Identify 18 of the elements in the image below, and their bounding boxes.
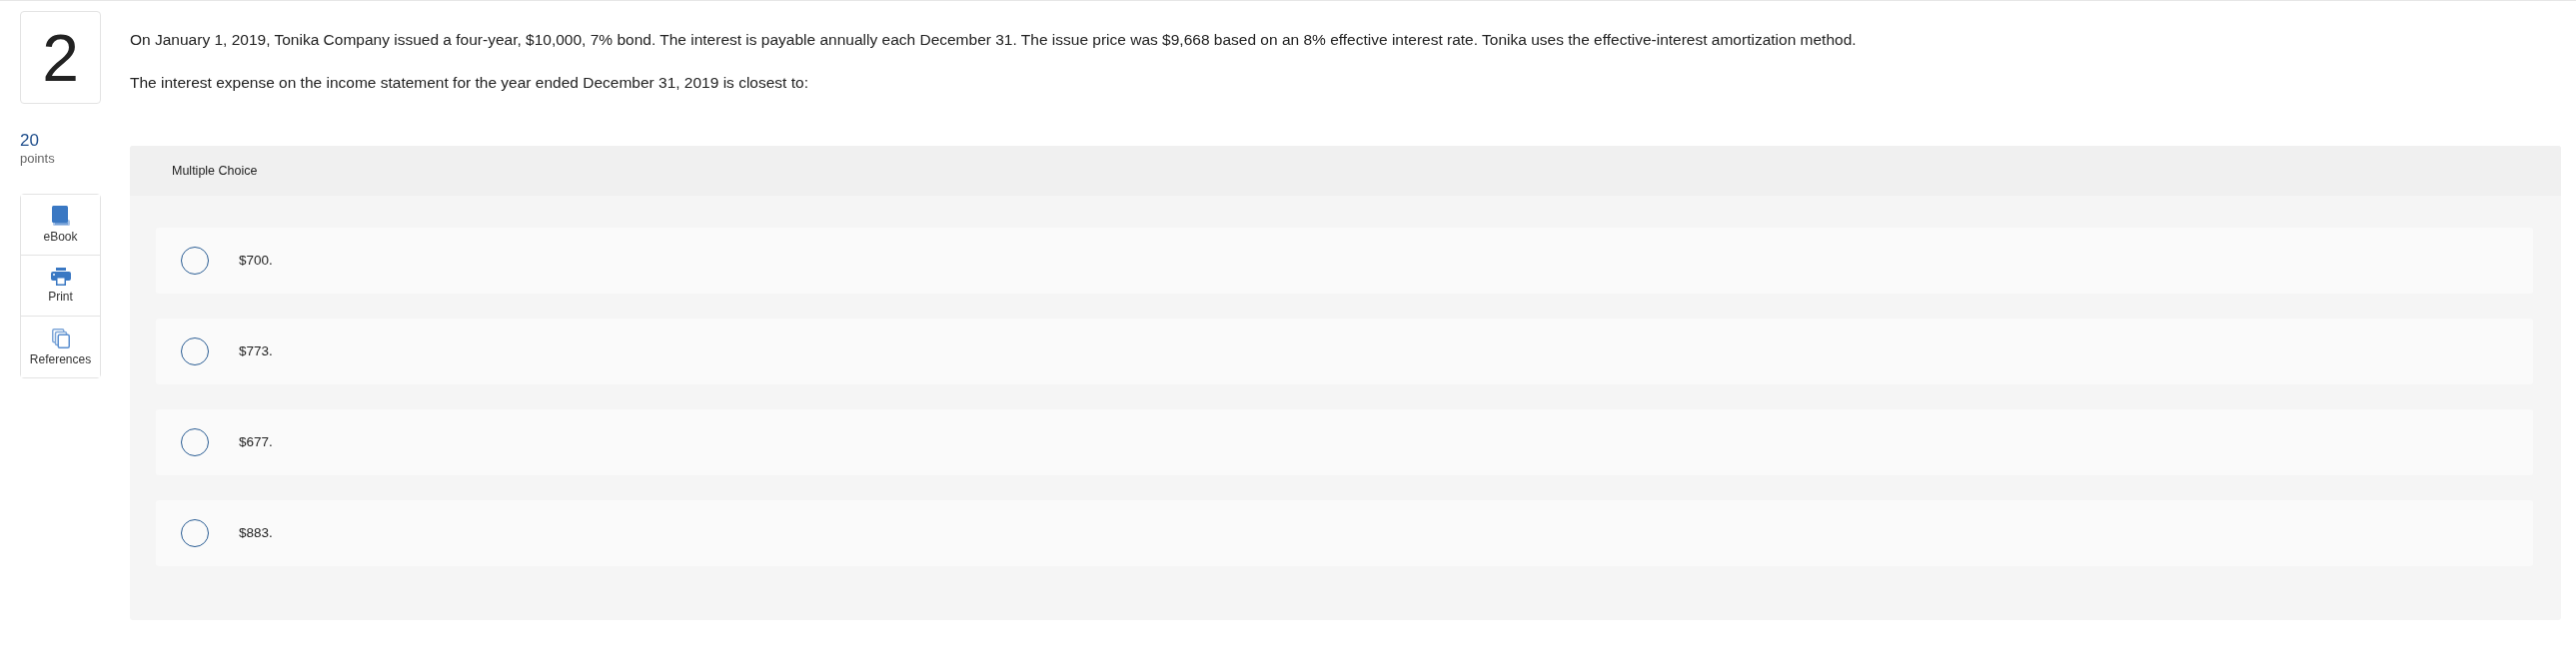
question-number: 2	[20, 11, 101, 104]
option-label: $677.	[239, 432, 273, 451]
option-label: $773.	[239, 341, 273, 360]
documents-icon	[51, 328, 70, 348]
question-type-label: Multiple Choice	[172, 162, 258, 180]
answer-option[interactable]: $700.	[156, 228, 2533, 294]
points-value: 20	[20, 131, 39, 151]
points-label: points	[20, 151, 55, 166]
answer-option[interactable]: $773.	[156, 319, 2533, 384]
question-text: The interest expense on the income statement for the year ended December 31, 2019 is closest to:	[130, 73, 809, 92]
question-text: On January 1, 2019, Tonika Company issued a four-year, $10,000, 7% bond. The interest is payable annually each December 31. The issue price was $9,668 based on an 8% effective interest rate. Tonika uses the effective-interest amortization method.	[130, 30, 1858, 49]
option-label: $883.	[239, 523, 273, 542]
ebook-button[interactable]: eBook	[21, 195, 100, 256]
answer-option[interactable]: $883.	[156, 500, 2533, 566]
printer-icon	[50, 268, 71, 286]
book-icon	[51, 206, 70, 226]
answer-option[interactable]: $677.	[156, 409, 2533, 475]
option-label: $700.	[239, 251, 273, 270]
